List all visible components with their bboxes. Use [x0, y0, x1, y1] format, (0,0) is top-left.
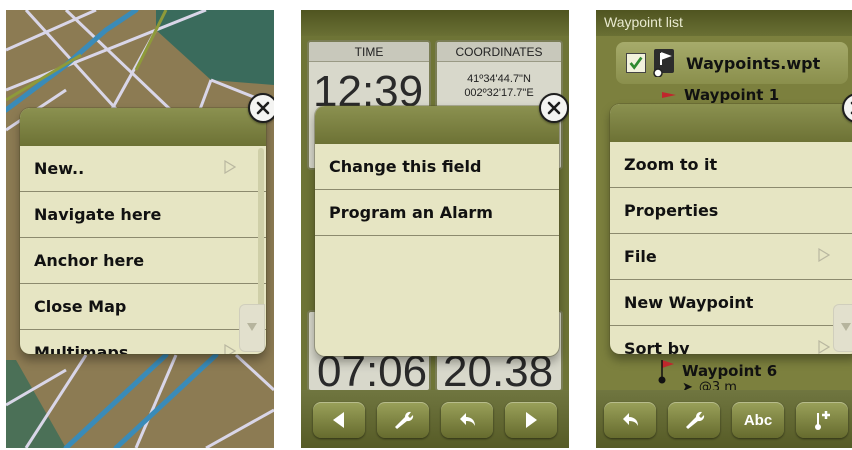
prev-arrow-icon	[333, 412, 344, 428]
waypoint-context-menu: Zoom to it Properties File New Waypoint …	[610, 104, 852, 354]
menu-item-label: Close Map	[34, 297, 127, 316]
menu-item-label: New..	[34, 159, 85, 178]
menu-item-close-map[interactable]: Close Map	[20, 284, 266, 330]
undo-button[interactable]	[441, 402, 493, 438]
wrench-icon	[686, 411, 705, 429]
close-icon	[547, 101, 561, 115]
settings-button[interactable]	[377, 402, 429, 438]
menu-item-label: Properties	[624, 201, 719, 220]
close-button[interactable]	[539, 93, 569, 123]
menu-item-zoom-to-it[interactable]: Zoom to it	[610, 142, 852, 188]
menu-item-label: Anchor here	[34, 251, 145, 270]
undo-icon	[460, 413, 475, 426]
waypoint-file-icon	[653, 49, 674, 77]
bottom-toolbar	[301, 390, 569, 448]
menu-item-label: New Waypoint	[624, 293, 754, 312]
menu-item-properties[interactable]: Properties	[610, 188, 852, 234]
menu-item-navigate-here[interactable]: Navigate here	[20, 192, 266, 238]
top-bar	[301, 10, 569, 36]
map-screen: New.. Navigate here Anchor here Close Ma…	[6, 10, 274, 448]
submenu-arrow-icon	[818, 248, 830, 262]
text-size-icon: Abc	[743, 411, 773, 429]
menu-item-label: Multimaps	[34, 343, 129, 354]
scroll-down-button[interactable]	[239, 304, 265, 352]
menu-item-multimaps[interactable]: Multimaps	[20, 330, 266, 354]
submenu-arrow-icon	[224, 160, 236, 174]
field-label: TIME	[309, 42, 429, 62]
screen-title: Waypoint list	[596, 10, 852, 36]
wrench-icon	[395, 411, 414, 429]
menu-item-label: File	[624, 247, 657, 266]
submenu-arrow-icon	[818, 340, 830, 354]
add-waypoint-icon	[815, 411, 830, 430]
menu-header	[610, 104, 852, 142]
file-checkbox[interactable]	[626, 53, 646, 73]
next-button[interactable]	[505, 402, 557, 438]
checkmark-icon	[629, 56, 643, 70]
next-arrow-icon	[526, 412, 537, 428]
menu-header	[315, 106, 559, 144]
bottom-toolbar: Abc	[596, 390, 852, 448]
context-menu: New.. Navigate here Anchor here Close Ma…	[20, 108, 266, 354]
close-button[interactable]	[248, 93, 274, 123]
latitude-value: 41º34'44.7"N	[467, 73, 531, 85]
menu-item-new-waypoint[interactable]: New Waypoint	[610, 280, 852, 326]
previous-button[interactable]	[313, 402, 365, 438]
chevron-down-icon	[841, 323, 851, 331]
menu-item-label: Sort by	[624, 339, 690, 354]
menu-item-label: Zoom to it	[624, 155, 718, 174]
field-context-menu: Change this field Program an Alarm	[315, 106, 559, 356]
file-row[interactable]: Waypoints.wpt	[616, 42, 848, 84]
undo-icon	[623, 413, 638, 426]
waypoint-name: Waypoint 6	[682, 362, 778, 380]
undo-button[interactable]	[604, 402, 656, 438]
scroll-down-button[interactable]	[833, 304, 852, 352]
add-waypoint-button[interactable]	[796, 402, 848, 438]
dashboard-screen: TIME 12:39 COORDINATES 41º34'44.7"N 002º…	[301, 10, 569, 448]
menu-item-program-alarm[interactable]: Program an Alarm	[315, 190, 559, 236]
settings-button[interactable]	[668, 402, 720, 438]
waypoint-name: Waypoint 1	[684, 86, 780, 104]
menu-header	[20, 108, 266, 146]
menu-item-sort-by[interactable]: Sort by	[610, 326, 852, 354]
menu-item-label: Navigate here	[34, 205, 162, 224]
menu-item-anchor-here[interactable]: Anchor here	[20, 238, 266, 284]
waypoint-list-screen: Waypoint list Waypoints.wpt Waypoint 1 Z…	[596, 10, 852, 448]
text-size-button[interactable]: Abc	[732, 402, 784, 438]
file-name: Waypoints.wpt	[686, 53, 821, 73]
field-label: COORDINATES	[437, 42, 561, 62]
close-icon	[256, 101, 270, 115]
menu-item-new[interactable]: New..	[20, 146, 266, 192]
waypoint-pin-icon	[658, 360, 674, 384]
menu-item-label: Change this field	[329, 157, 482, 176]
menu-item-change-field[interactable]: Change this field	[315, 144, 559, 190]
waypoint-flag-icon	[662, 92, 676, 98]
chevron-down-icon	[247, 323, 257, 331]
waypoint-row-1[interactable]: Waypoint 1	[662, 86, 852, 104]
submenu-arrow-icon	[224, 344, 236, 354]
menu-item-label: Program an Alarm	[329, 203, 493, 222]
menu-item-file[interactable]: File	[610, 234, 852, 280]
